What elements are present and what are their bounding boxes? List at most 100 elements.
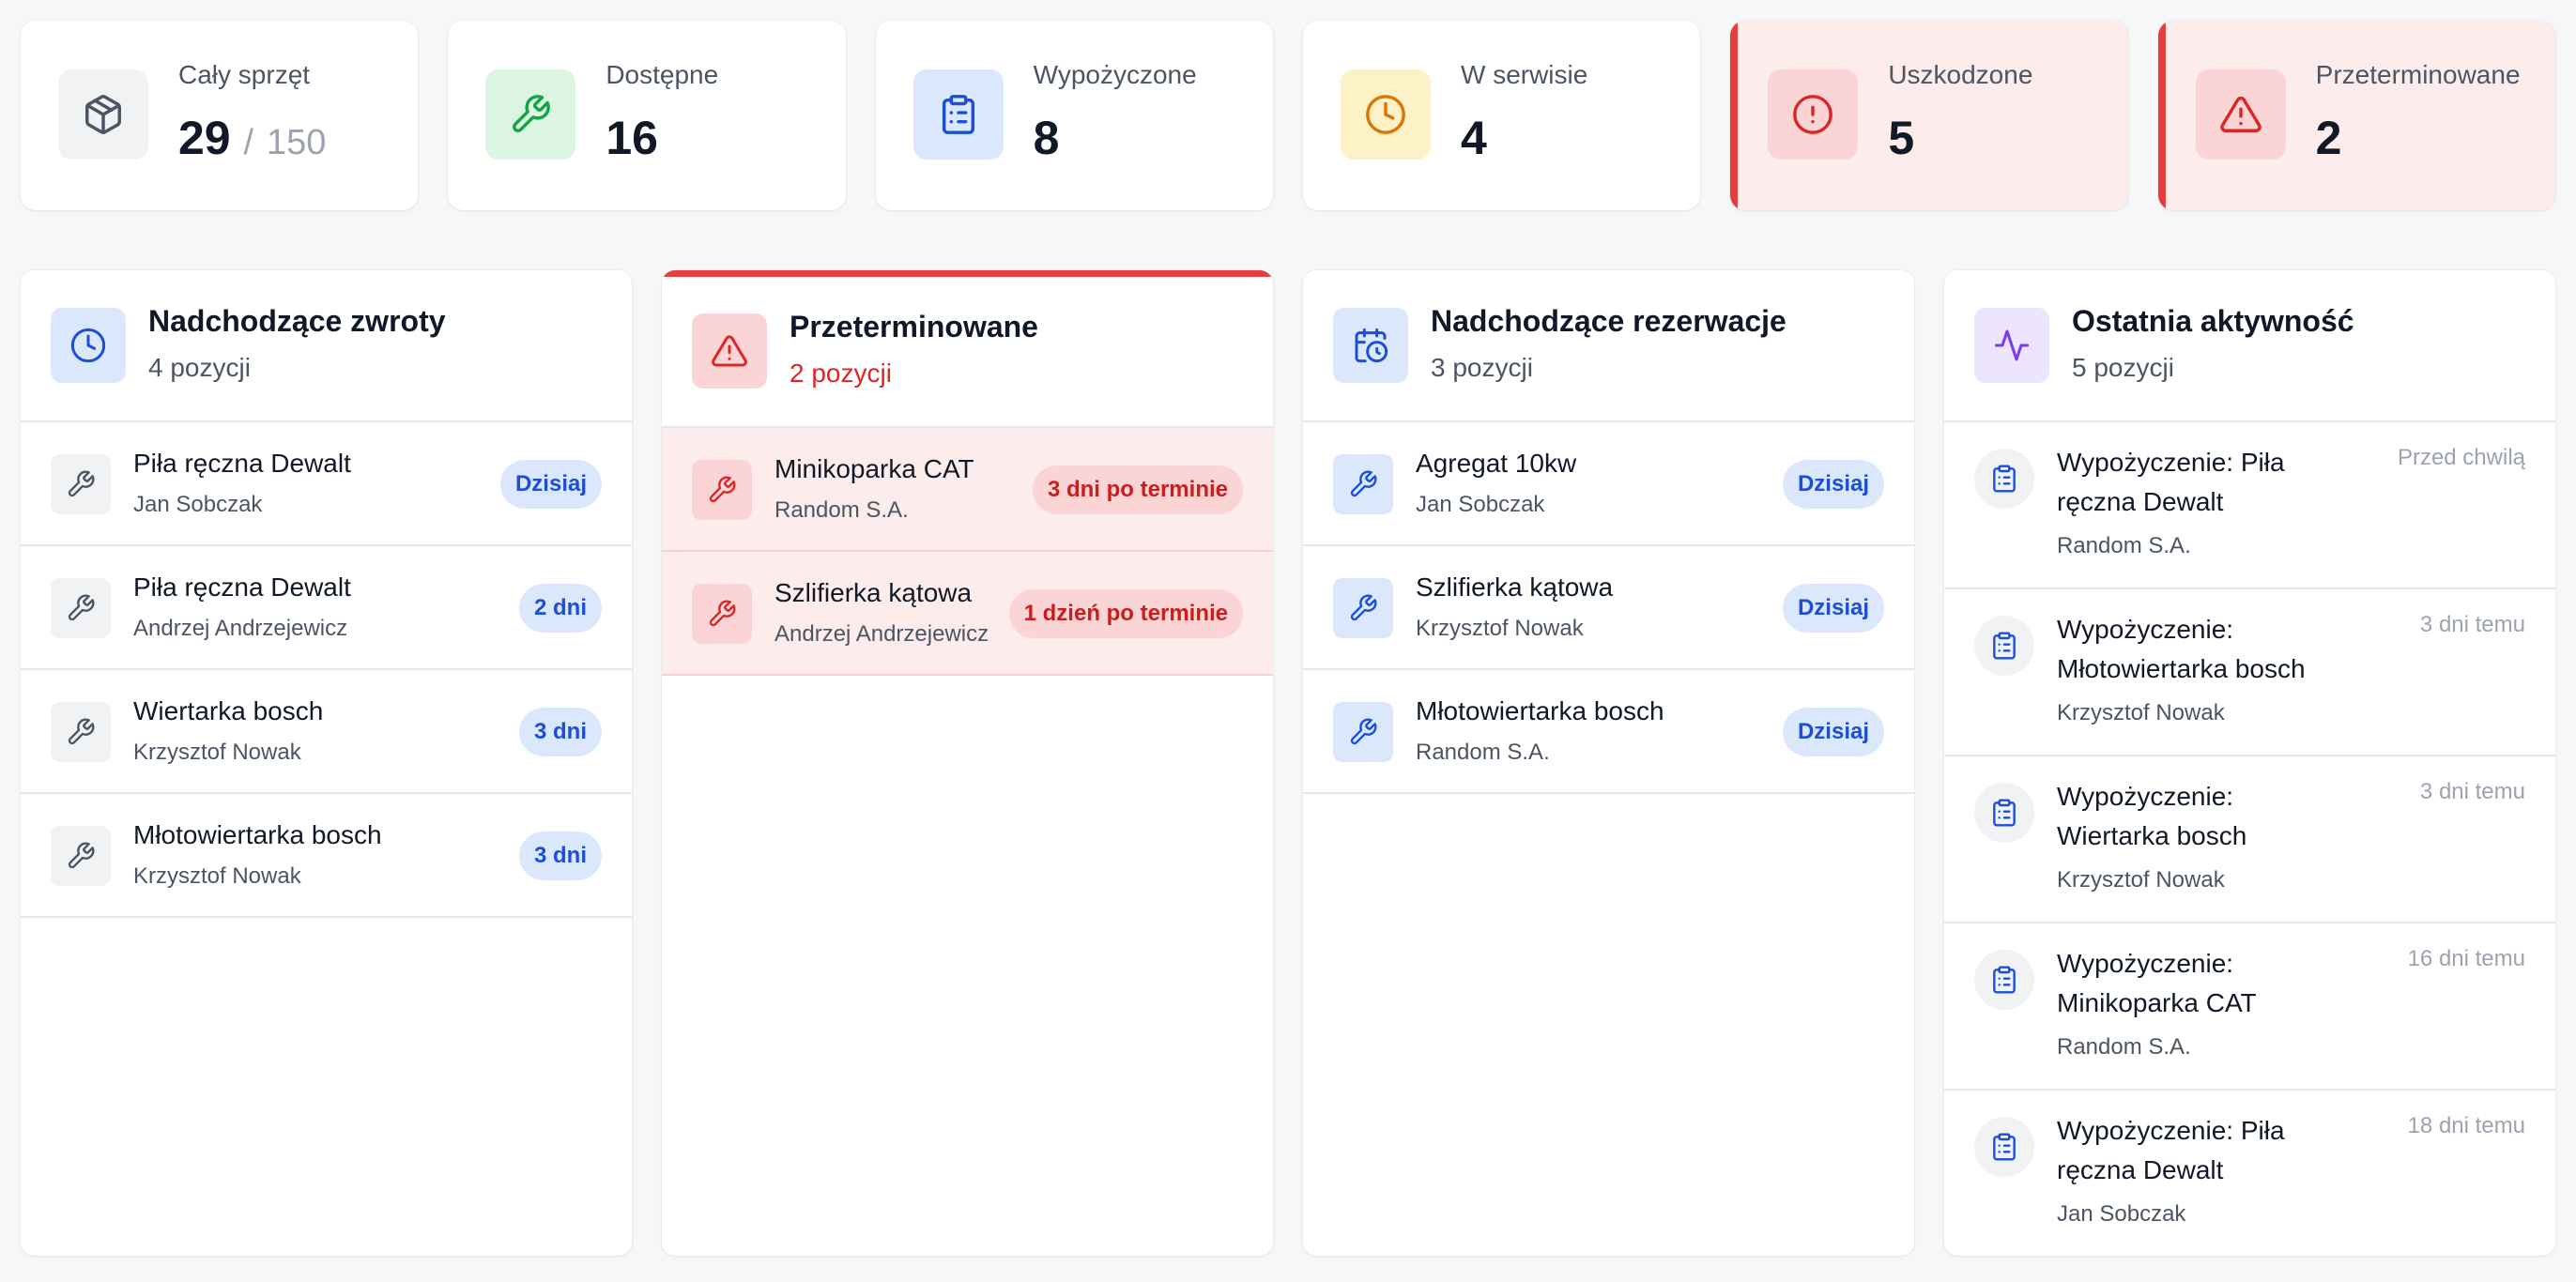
clipboard-icon	[912, 69, 1004, 160]
panel-count: 2 pozycji	[790, 359, 892, 388]
item-name: Minikoparka CAT	[774, 454, 974, 483]
activity-person: Krzysztof Nowak	[2057, 700, 2225, 725]
wrench-icon	[51, 826, 111, 886]
calendar-clock-icon	[1333, 308, 1408, 383]
activity-item[interactable]: Wypożyczenie: Minikoparka CAT Random S.A…	[1944, 923, 2555, 1091]
item-person: Andrzej Andrzejewicz	[774, 621, 989, 647]
wrench-icon	[51, 702, 111, 762]
stats-bar: Cały sprzęt 29 / 150 Dostępne 16 Wypożyc…	[21, 21, 2555, 210]
due-badge: 2 dni	[518, 584, 602, 633]
clipboard-icon	[1974, 449, 2034, 509]
panel-title: Nadchodzące zwroty	[148, 304, 446, 338]
panel-count: 4 pozycji	[148, 353, 251, 382]
item-name: Piła ręczna Dewalt	[133, 572, 351, 602]
activity-time: Przed chwilą	[2397, 445, 2525, 470]
activity-item[interactable]: Wypożyczenie: Młotowiertarka bosch Krzys…	[1944, 589, 2555, 756]
activity-title: Wypożyczenie: Piła ręczna Dewalt	[2057, 1116, 2285, 1184]
activity-person: Random S.A.	[2057, 533, 2191, 558]
due-badge: Dzisiaj	[1782, 584, 1884, 633]
clock-icon	[51, 308, 126, 383]
list-item[interactable]: Piła ręczna Dewalt Jan Sobczak Dzisiaj	[21, 422, 632, 546]
stat-card-damaged[interactable]: Uszkodzone 5	[1730, 21, 2128, 210]
wrench-icon	[1333, 454, 1393, 514]
item-name: Wiertarka bosch	[133, 696, 324, 725]
panel-overdue: Przeterminowane 2 pozycji Minikoparka CA…	[662, 270, 1273, 1256]
stat-value: 5	[1888, 112, 1915, 164]
panel-title: Przeterminowane	[790, 310, 1038, 343]
item-name: Młotowiertarka bosch	[133, 820, 382, 849]
stat-total: 150	[267, 123, 327, 162]
wrench-icon	[692, 460, 752, 520]
due-badge: 3 dni	[518, 708, 602, 756]
item-person: Jan Sobczak	[1416, 492, 1545, 517]
list-item[interactable]: Minikoparka CAT Random S.A. 3 dni po ter…	[662, 428, 1273, 552]
panel-header: Przeterminowane 2 pozycji	[662, 270, 1273, 428]
stat-label: Wypożyczone	[1033, 60, 1197, 89]
panel-count: 5 pozycji	[2072, 353, 2174, 382]
list-item[interactable]: Agregat 10kw Jan Sobczak Dzisiaj	[1303, 422, 1914, 546]
stat-count: 29	[178, 112, 231, 164]
list-item[interactable]: Piła ręczna Dewalt Andrzej Andrzejewicz …	[21, 546, 632, 670]
stat-label: Dostępne	[606, 60, 719, 89]
list-item[interactable]: Młotowiertarka bosch Krzysztof Nowak 3 d…	[21, 794, 632, 918]
list-item[interactable]: Szlifierka kątowa Andrzej Andrzejewicz 1…	[662, 552, 1273, 676]
stat-card-rented[interactable]: Wypożyczone 8	[875, 21, 1273, 210]
panel-upcoming-reservations: Nadchodzące rezerwacje 3 pozycji Agregat…	[1303, 270, 1914, 1256]
list-item[interactable]: Szlifierka kątowa Krzysztof Nowak Dzisia…	[1303, 546, 1914, 670]
due-badge: Dzisiaj	[1782, 460, 1884, 509]
item-person: Krzysztof Nowak	[133, 740, 301, 765]
wrench-icon	[692, 584, 752, 644]
panel-count: 3 pozycji	[1431, 353, 1533, 382]
panel-header: Ostatnia aktywność 5 pozycji	[1944, 270, 2555, 422]
stat-card-all-equipment[interactable]: Cały sprzęt 29 / 150	[21, 21, 419, 210]
due-badge: Dzisiaj	[1782, 708, 1884, 756]
panel-header: Nadchodzące rezerwacje 3 pozycji	[1303, 270, 1914, 422]
panel-header: Nadchodzące zwroty 4 pozycji	[21, 270, 632, 422]
activity-title: Wypożyczenie: Minikoparka CAT	[2057, 949, 2257, 1017]
activity-icon	[1974, 308, 2049, 383]
due-badge: Dzisiaj	[499, 460, 602, 509]
wrench-icon	[51, 578, 111, 638]
activity-person: Jan Sobczak	[2057, 1201, 2186, 1227]
item-person: Random S.A.	[774, 497, 909, 523]
overdue-badge: 1 dzień po terminie	[1008, 589, 1243, 638]
stat-value: 2	[2315, 112, 2342, 164]
stat-card-overdue[interactable]: Przeterminowane 2	[2157, 21, 2555, 210]
alert-triangle-icon	[2195, 69, 2286, 160]
wrench-icon	[1333, 702, 1393, 762]
item-name: Piła ręczna Dewalt	[133, 449, 351, 478]
stat-label: Uszkodzone	[1888, 60, 2033, 89]
activity-person: Krzysztof Nowak	[2057, 867, 2225, 893]
activity-item[interactable]: Wypożyczenie: Wiertarka bosch Krzysztof …	[1944, 756, 2555, 923]
overdue-badge: 3 dni po terminie	[1032, 465, 1243, 514]
stat-card-available[interactable]: Dostępne 16	[448, 21, 846, 210]
panel-title: Ostatnia aktywność	[2072, 304, 2354, 338]
wrench-icon	[51, 454, 111, 514]
stat-value: 16	[606, 112, 658, 164]
list-item[interactable]: Młotowiertarka bosch Random S.A. Dzisiaj	[1303, 670, 1914, 794]
alert-triangle-icon	[692, 313, 767, 389]
wrench-icon	[485, 69, 576, 160]
clipboard-icon	[1974, 950, 2034, 1010]
list-item[interactable]: Wiertarka bosch Krzysztof Nowak 3 dni	[21, 670, 632, 794]
stat-separator: /	[243, 123, 254, 162]
wrench-icon	[1333, 578, 1393, 638]
activity-title: Wypożyczenie: Młotowiertarka bosch	[2057, 615, 2306, 683]
clipboard-icon	[1974, 616, 2034, 676]
activity-item[interactable]: Wypożyczenie: Piła ręczna Dewalt Jan Sob…	[1944, 1091, 2555, 1256]
item-name: Szlifierka kątowa	[1416, 572, 1614, 602]
activity-item[interactable]: Wypożyczenie: Piła ręczna Dewalt Random …	[1944, 422, 2555, 589]
item-person: Andrzej Andrzejewicz	[133, 616, 348, 641]
activity-time: 16 dni temu	[2407, 946, 2525, 971]
stat-card-in-service[interactable]: W serwisie 4	[1302, 21, 1701, 210]
panel-recent-activity: Ostatnia aktywność 5 pozycji Wypożyczeni…	[1944, 270, 2555, 1256]
item-name: Młotowiertarka bosch	[1416, 696, 1664, 725]
stat-label: Cały sprzęt	[178, 60, 311, 89]
due-badge: 3 dni	[518, 832, 602, 880]
clipboard-icon	[1974, 783, 2034, 843]
clipboard-icon	[1974, 1117, 2034, 1177]
panel-upcoming-returns: Nadchodzące zwroty 4 pozycji Piła ręczna…	[21, 270, 632, 1256]
stat-value: 4	[1460, 112, 1487, 164]
activity-title: Wypożyczenie: Wiertarka bosch	[2057, 782, 2247, 850]
stat-label: Przeterminowane	[2315, 60, 2521, 89]
